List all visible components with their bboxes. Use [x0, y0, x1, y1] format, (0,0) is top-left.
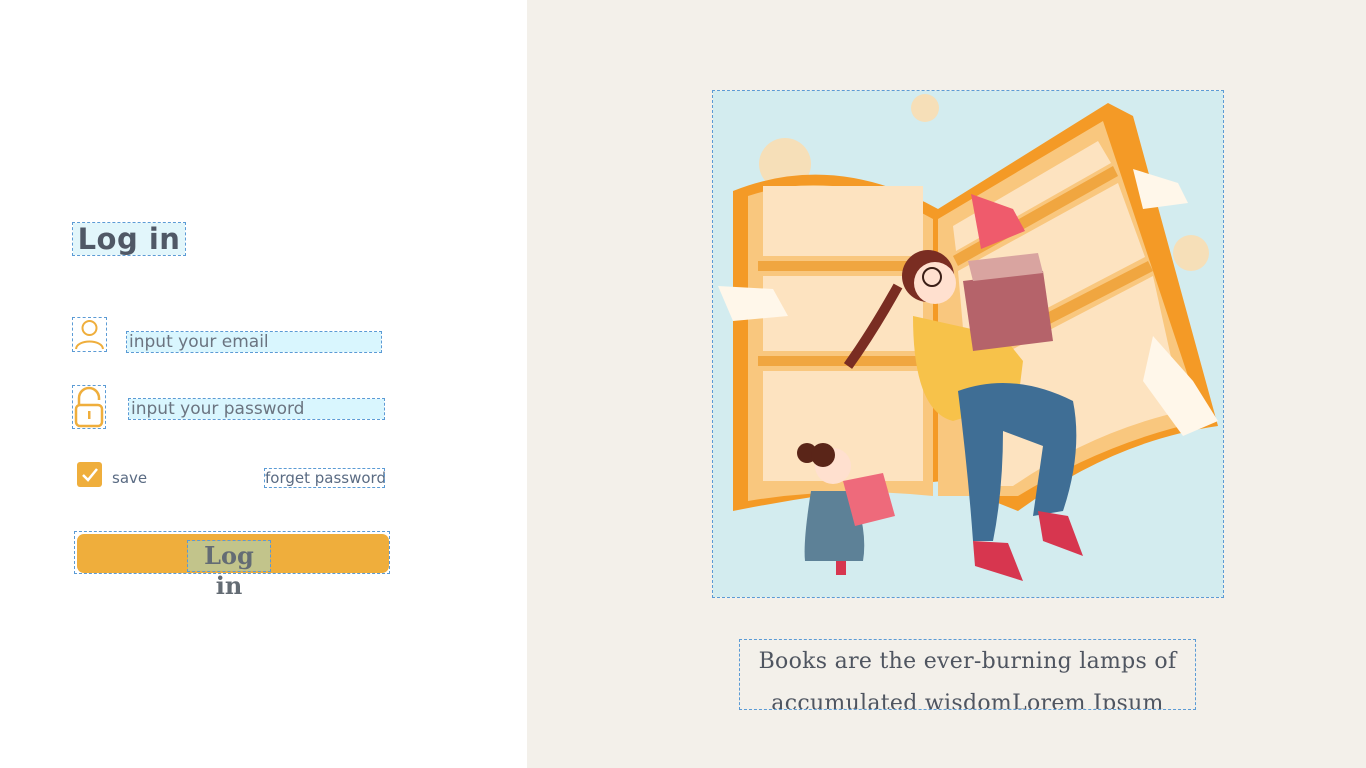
forget-password-link[interactable]: forget password — [264, 468, 386, 488]
quote-line-1: Books are the ever-burning lamps of — [758, 649, 1177, 674]
password-field[interactable] — [128, 398, 385, 420]
quote-text: Books are the ever-burning lamps of accu… — [739, 639, 1196, 710]
login-panel: Log in save forget password Log in — [0, 0, 527, 768]
login-button[interactable]: Log in — [74, 531, 390, 600]
save-label: save — [112, 469, 148, 487]
email-field[interactable] — [126, 331, 382, 353]
save-checkbox[interactable] — [77, 462, 102, 487]
lock-icon — [72, 385, 106, 429]
login-button-label: Log in — [187, 540, 271, 600]
page-title: Log in — [72, 222, 186, 256]
user-icon — [72, 317, 107, 352]
quote-line-2: accumulated wisdomLorem Ipsum — [771, 691, 1164, 709]
check-icon — [81, 467, 98, 482]
reading-illustration — [712, 90, 1224, 598]
